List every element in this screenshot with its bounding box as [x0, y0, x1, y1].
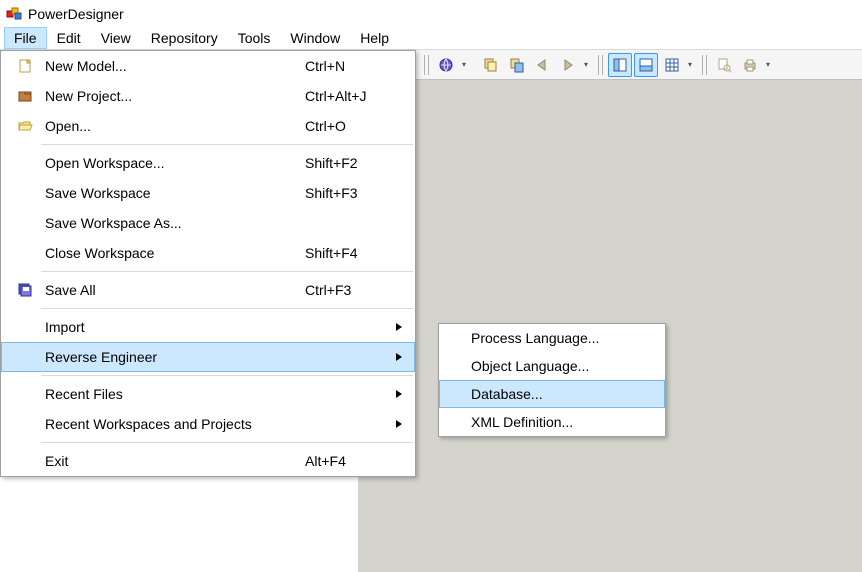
menu-item-label: Save All [39, 282, 305, 298]
menu-item-shortcut: Ctrl+F3 [305, 282, 395, 298]
menu-help[interactable]: Help [350, 27, 399, 49]
dropdown-icon[interactable]: ▾ [686, 60, 694, 69]
submenu-item-label: Database... [467, 386, 655, 402]
menu-item-shortcut: Shift+F4 [305, 245, 395, 261]
save-all-icon [11, 282, 39, 298]
menu-item-shortcut: Ctrl+O [305, 118, 395, 134]
menu-file[interactable]: File [4, 27, 47, 49]
menu-separator [41, 271, 413, 272]
submenu-item-process-language[interactable]: Process Language... [439, 324, 665, 352]
menu-item-shortcut: Ctrl+Alt+J [305, 88, 395, 104]
menu-item-reverse-engineer[interactable]: Reverse Engineer [1, 342, 415, 372]
submenu-arrow-icon [395, 389, 405, 399]
menu-separator [41, 308, 413, 309]
menu-bar: File Edit View Repository Tools Window H… [0, 26, 862, 50]
menu-item-save-all[interactable]: Save All Ctrl+F3 [1, 275, 415, 305]
menu-item-recent-files[interactable]: Recent Files [1, 379, 415, 409]
grid-icon[interactable] [660, 53, 684, 77]
submenu-item-database[interactable]: Database... [439, 380, 665, 408]
paste-icon[interactable] [504, 53, 528, 77]
menu-separator [41, 442, 413, 443]
window-layout1-icon[interactable] [608, 53, 632, 77]
menu-item-open[interactable]: Open... Ctrl+O [1, 111, 415, 141]
menu-item-label: Recent Workspaces and Projects [39, 416, 305, 432]
menu-window[interactable]: Window [280, 27, 350, 49]
back-icon[interactable] [530, 53, 554, 77]
toolbar-grip [702, 55, 707, 75]
menu-item-shortcut: Alt+F4 [305, 453, 395, 469]
menu-repository[interactable]: Repository [141, 27, 228, 49]
menu-item-save-workspace[interactable]: Save Workspace Shift+F3 [1, 178, 415, 208]
menu-item-new-project[interactable]: New Project... Ctrl+Alt+J [1, 81, 415, 111]
menu-item-label: Recent Files [39, 386, 305, 402]
menu-separator [41, 375, 413, 376]
menu-item-label: Open... [39, 118, 305, 134]
new-model-icon [11, 58, 39, 74]
dropdown-icon[interactable]: ▾ [764, 60, 772, 69]
copy-icon[interactable] [478, 53, 502, 77]
menu-item-exit[interactable]: Exit Alt+F4 [1, 446, 415, 476]
submenu-item-label: Process Language... [467, 330, 655, 346]
new-project-icon [11, 88, 39, 104]
toolbar-grip [424, 55, 429, 75]
submenu-item-label: Object Language... [467, 358, 655, 374]
submenu-item-label: XML Definition... [467, 414, 655, 430]
menu-item-close-workspace[interactable]: Close Workspace Shift+F4 [1, 238, 415, 268]
menu-item-shortcut: Shift+F3 [305, 185, 395, 201]
menu-item-shortcut: Ctrl+N [305, 58, 395, 74]
forward-icon[interactable] [556, 53, 580, 77]
menu-item-label: New Project... [39, 88, 305, 104]
menu-item-recent-workspaces[interactable]: Recent Workspaces and Projects [1, 409, 415, 439]
menu-edit[interactable]: Edit [47, 27, 91, 49]
open-icon [11, 118, 39, 134]
app-icon [6, 6, 22, 22]
menu-item-label: Reverse Engineer [39, 349, 305, 365]
window-layout2-icon[interactable] [634, 53, 658, 77]
submenu-arrow-icon [395, 419, 405, 429]
menu-item-open-workspace[interactable]: Open Workspace... Shift+F2 [1, 148, 415, 178]
menu-item-label: Save Workspace As... [39, 215, 305, 231]
file-menu: New Model... Ctrl+N New Project... Ctrl+… [0, 50, 416, 477]
toolbar-grip [598, 55, 603, 75]
title-bar: PowerDesigner [0, 0, 862, 26]
print-preview-icon[interactable] [712, 53, 736, 77]
submenu-item-xml-definition[interactable]: XML Definition... [439, 408, 665, 436]
menu-item-label: Exit [39, 453, 305, 469]
reverse-engineer-submenu: Process Language... Object Language... D… [438, 323, 666, 437]
dropdown-icon[interactable]: ▾ [582, 60, 590, 69]
menu-item-label: New Model... [39, 58, 305, 74]
menu-item-shortcut: Shift+F2 [305, 155, 395, 171]
menu-separator [41, 144, 413, 145]
menu-item-import[interactable]: Import [1, 312, 415, 342]
submenu-item-object-language[interactable]: Object Language... [439, 352, 665, 380]
menu-item-new-model[interactable]: New Model... Ctrl+N [1, 51, 415, 81]
dropdown-icon[interactable]: ▾ [460, 60, 468, 69]
menu-item-label: Import [39, 319, 305, 335]
submenu-arrow-icon [395, 352, 405, 362]
menu-item-save-workspace-as[interactable]: Save Workspace As... [1, 208, 415, 238]
menu-item-label: Save Workspace [39, 185, 305, 201]
menu-tools[interactable]: Tools [228, 27, 281, 49]
print-icon[interactable] [738, 53, 762, 77]
menu-item-label: Close Workspace [39, 245, 305, 261]
menu-item-label: Open Workspace... [39, 155, 305, 171]
submenu-arrow-icon [395, 322, 405, 332]
app-title: PowerDesigner [28, 6, 124, 22]
menu-view[interactable]: View [91, 27, 141, 49]
browser-icon[interactable] [434, 53, 458, 77]
